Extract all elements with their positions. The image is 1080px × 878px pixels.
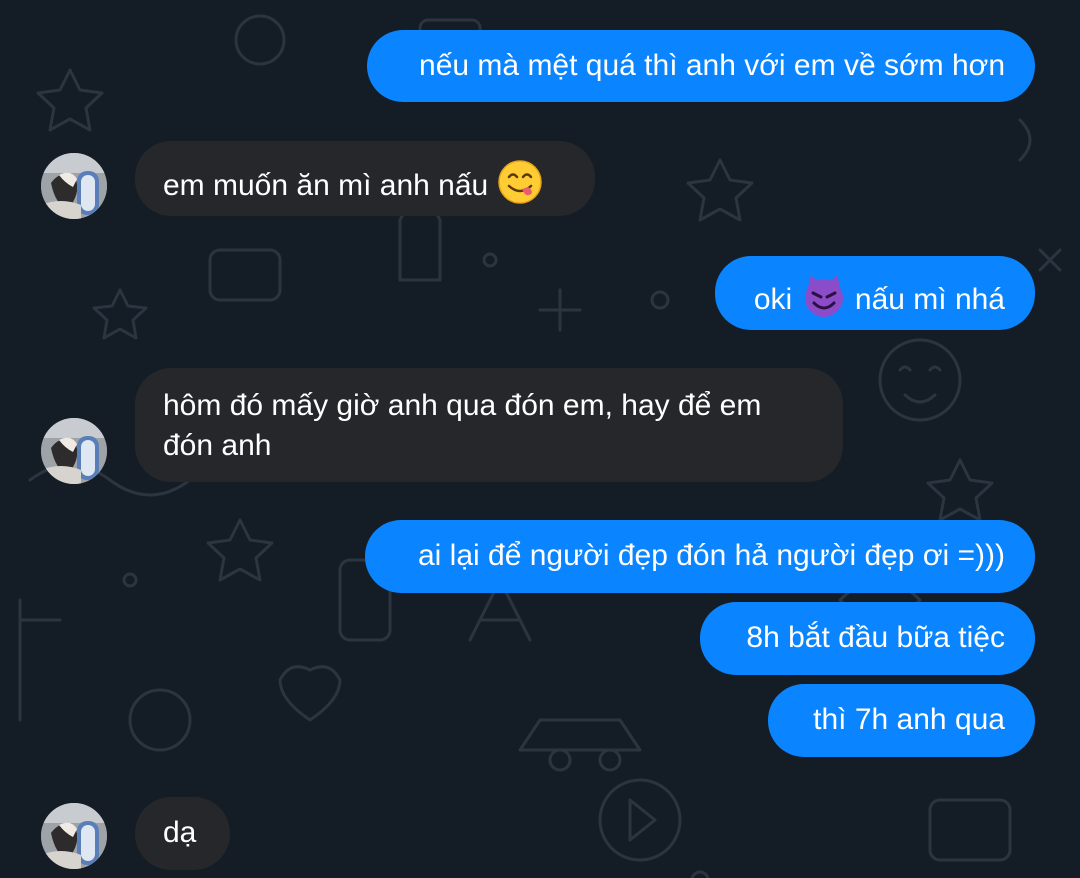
outgoing-message-bubble[interactable]: ai lại để người đẹp đón hả người đẹp ơi … (365, 520, 1035, 593)
outgoing-message-bubble[interactable]: 8h bắt đầu bữa tiệc (700, 602, 1035, 675)
avatar-photo (41, 803, 107, 869)
message-text: nếu mà mệt quá thì anh với em về sớm hơn (419, 49, 1005, 82)
face-savoring-food-emoji (497, 160, 542, 204)
message-text-line: đón anh (163, 429, 272, 462)
smiling-devil-emoji (804, 275, 843, 317)
contact-avatar[interactable] (41, 418, 107, 484)
outgoing-message-bubble[interactable]: nếu mà mệt quá thì anh với em về sớm hơn (367, 30, 1035, 102)
avatar-photo (41, 153, 107, 219)
message-text: ai lại để người đẹp đón hả người đẹp ơi … (417, 539, 1005, 572)
incoming-message-bubble[interactable]: dạ (135, 797, 230, 870)
message-text: dạ (163, 816, 197, 849)
message-text: 8h bắt đầu bữa tiệc (746, 621, 1005, 654)
incoming-message-bubble[interactable]: em muốn ăn mì anh nấu (135, 141, 595, 216)
message-text: em muốn ăn mì anh nấu (163, 169, 489, 202)
incoming-message-bubble[interactable]: hôm đó mấy giờ anh qua đón em, hay để em… (135, 368, 843, 482)
chat-thread: nếu mà mệt quá thì anh với em về sớm hơn… (0, 0, 1080, 878)
contact-avatar[interactable] (41, 153, 107, 219)
outgoing-message-bubble[interactable]: oki nấu mì nhá (715, 256, 1035, 330)
message-text: thì 7h anh qua (813, 703, 1005, 736)
message-text: oki (753, 283, 793, 316)
contact-avatar[interactable] (41, 803, 107, 869)
message-text: nấu mì nhá (854, 283, 1005, 316)
message-text-line: hôm đó mấy giờ anh qua đón em, hay để em (163, 389, 762, 422)
outgoing-message-bubble[interactable]: thì 7h anh qua (768, 684, 1035, 757)
avatar-photo (41, 418, 107, 484)
